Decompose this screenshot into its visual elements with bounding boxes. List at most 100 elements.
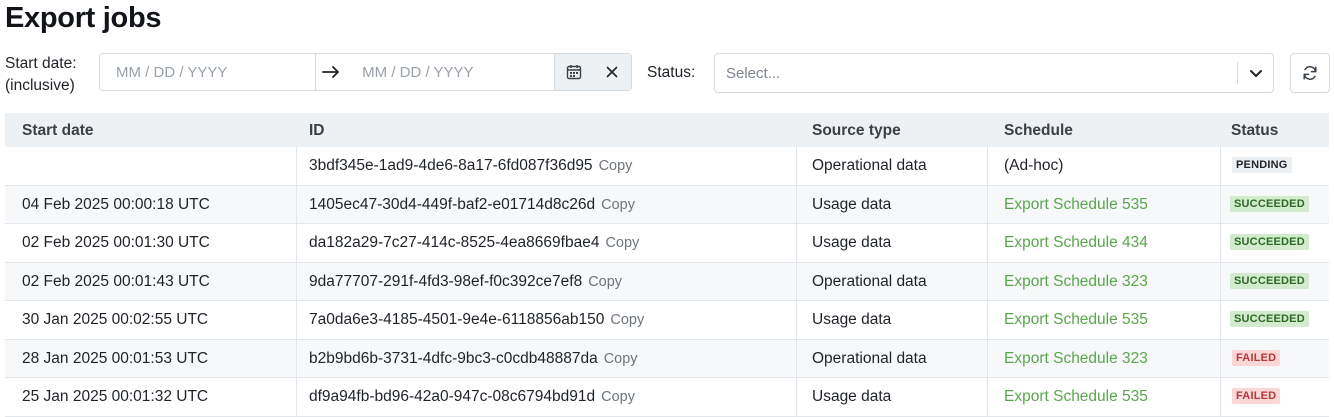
schedule-link[interactable]: Export Schedule 323 [1004,273,1148,291]
schedule-link[interactable]: Export Schedule 535 [1004,196,1148,214]
copy-button[interactable]: Copy [599,158,633,174]
date-range-picker [99,53,632,91]
column-divider [296,224,297,262]
column-divider [796,301,797,339]
table-header: Start date ID Source type Schedule Statu… [5,113,1329,147]
status-badge: SUCCEEDED [1230,195,1309,212]
source-type-cell: Usage data [812,234,892,251]
page-title: Export jobs [5,2,162,34]
column-divider [296,378,297,416]
id-cell: 3bdf345e-1ad9-4de6-8a17-6fd087f36d95 Copy [309,157,632,175]
column-divider [1220,378,1221,416]
table-row[interactable]: 3bdf345e-1ad9-4de6-8a17-6fd087f36d95 Copy… [5,147,1329,186]
column-divider [796,185,797,223]
select-divider [1237,62,1238,84]
column-divider [296,339,297,377]
end-date-input[interactable] [346,54,555,90]
job-id: 1405ec47-30d4-449f-baf2-e01714d8c26d [309,195,596,213]
table-row[interactable]: 02 Feb 2025 00:01:30 UTC da182a29-7c27-41… [5,224,1329,263]
column-divider [987,262,988,300]
schedule-link[interactable]: Export Schedule 323 [1004,350,1148,368]
calendar-button[interactable] [554,54,593,90]
arrow-right-icon [315,54,346,90]
schedule-link[interactable]: Export Schedule 434 [1004,234,1148,252]
col-header-source-type[interactable]: Source type [812,122,901,140]
status-badge: FAILED [1232,388,1281,404]
chevron-down-icon[interactable] [1247,64,1265,87]
table-row[interactable]: 30 Jan 2025 00:02:55 UTC 7a0da6e3-4185-45… [5,301,1329,340]
job-id: da182a29-7c27-414c-8525-4ea8669fbae4 [309,234,600,251]
schedule-link[interactable]: Export Schedule 535 [1004,311,1148,329]
copy-button[interactable]: Copy [601,197,635,213]
column-divider [987,378,988,416]
column-divider [1220,147,1221,185]
start-date-label: Start date: (inclusive) [5,53,77,97]
copy-button[interactable]: Copy [610,312,644,328]
col-header-start-date[interactable]: Start date [22,122,94,140]
id-cell: df9a94fb-bd96-42a0-947c-08c6794bd91d Copy [309,388,635,406]
column-divider [987,339,988,377]
column-divider [796,262,797,300]
column-divider [796,378,797,416]
start-date-input[interactable] [100,54,315,90]
status-label: Status: [647,64,696,81]
start-date-cell: 30 Jan 2025 00:02:55 UTC [22,311,209,328]
copy-button[interactable]: Copy [588,274,622,290]
source-type-cell: Operational data [812,272,927,290]
column-divider [1220,339,1221,377]
column-divider [1220,262,1221,300]
calendar-icon [566,65,582,80]
source-type-cell: Usage data [812,195,892,213]
column-divider [796,339,797,377]
clear-date-button[interactable] [592,54,631,90]
status-placeholder: Select... [726,65,781,82]
id-cell: b2b9bd6b-3731-4dfc-9bc3-c0cdb48887da Copy [309,350,638,368]
table-row[interactable]: 04 Feb 2025 00:00:18 UTC 1405ec47-30d4-44… [5,185,1329,224]
export-jobs-table: Start date ID Source type Schedule Statu… [5,113,1329,417]
start-date-label-line1: Start date: [5,55,77,72]
column-divider [987,185,988,223]
column-divider [987,147,988,185]
col-header-schedule[interactable]: Schedule [1004,122,1073,140]
status-select[interactable]: Select... [714,53,1274,93]
status-badge: SUCCEEDED [1230,272,1309,289]
table-body: 3bdf345e-1ad9-4de6-8a17-6fd087f36d95 Copy… [5,147,1329,417]
id-cell: 1405ec47-30d4-449f-baf2-e01714d8c26d Copy [309,196,635,214]
column-divider [987,301,988,339]
status-badge: SUCCEEDED [1230,234,1309,250]
source-type-cell: Operational data [812,157,927,174]
column-divider [296,185,297,223]
start-date-cell: 02 Feb 2025 00:01:30 UTC [22,234,210,251]
job-id: 7a0da6e3-4185-4501-9e4e-6118856ab150 [309,311,605,328]
refresh-button[interactable] [1290,53,1330,93]
column-divider [296,147,297,185]
filter-bar: Start date: (inclusive) Status: Select..… [0,52,1334,94]
copy-button[interactable]: Copy [604,351,638,367]
copy-button[interactable]: Copy [601,389,635,405]
id-cell: 9da77707-291f-4fd3-98ef-f0c392ce7ef8 Copy [309,273,622,291]
column-divider [796,147,797,185]
job-id: 3bdf345e-1ad9-4de6-8a17-6fd087f36d95 [309,157,593,174]
copy-button[interactable]: Copy [605,235,639,251]
col-header-id[interactable]: ID [309,122,325,140]
schedule-link[interactable]: Export Schedule 535 [1004,388,1148,406]
table-row[interactable]: 02 Feb 2025 00:01:43 UTC 9da77707-291f-4f… [5,262,1329,301]
start-date-label-line2: (inclusive) [5,77,75,94]
status-badge: FAILED [1232,349,1281,366]
job-id: df9a94fb-bd96-42a0-947c-08c6794bd91d [309,388,596,405]
column-divider [987,224,988,262]
table-row[interactable]: 25 Jan 2025 00:01:32 UTC df9a94fb-bd96-42… [5,378,1329,417]
job-id: 9da77707-291f-4fd3-98ef-f0c392ce7ef8 [309,272,583,290]
job-id: b2b9bd6b-3731-4dfc-9bc3-c0cdb48887da [309,349,598,367]
start-date-cell: 04 Feb 2025 00:00:18 UTC [22,195,210,213]
column-divider [1220,224,1221,262]
refresh-icon [1303,66,1317,80]
col-header-status[interactable]: Status [1231,122,1278,140]
table-row[interactable]: 28 Jan 2025 00:01:53 UTC b2b9bd6b-3731-4d… [5,339,1329,378]
start-date-cell: 02 Feb 2025 00:01:43 UTC [22,272,210,290]
column-divider [1220,301,1221,339]
close-icon [606,66,618,78]
schedule-cell: (Ad-hoc) [1004,157,1064,174]
status-badge: PENDING [1232,157,1292,173]
start-date-cell: 28 Jan 2025 00:01:53 UTC [22,349,209,367]
